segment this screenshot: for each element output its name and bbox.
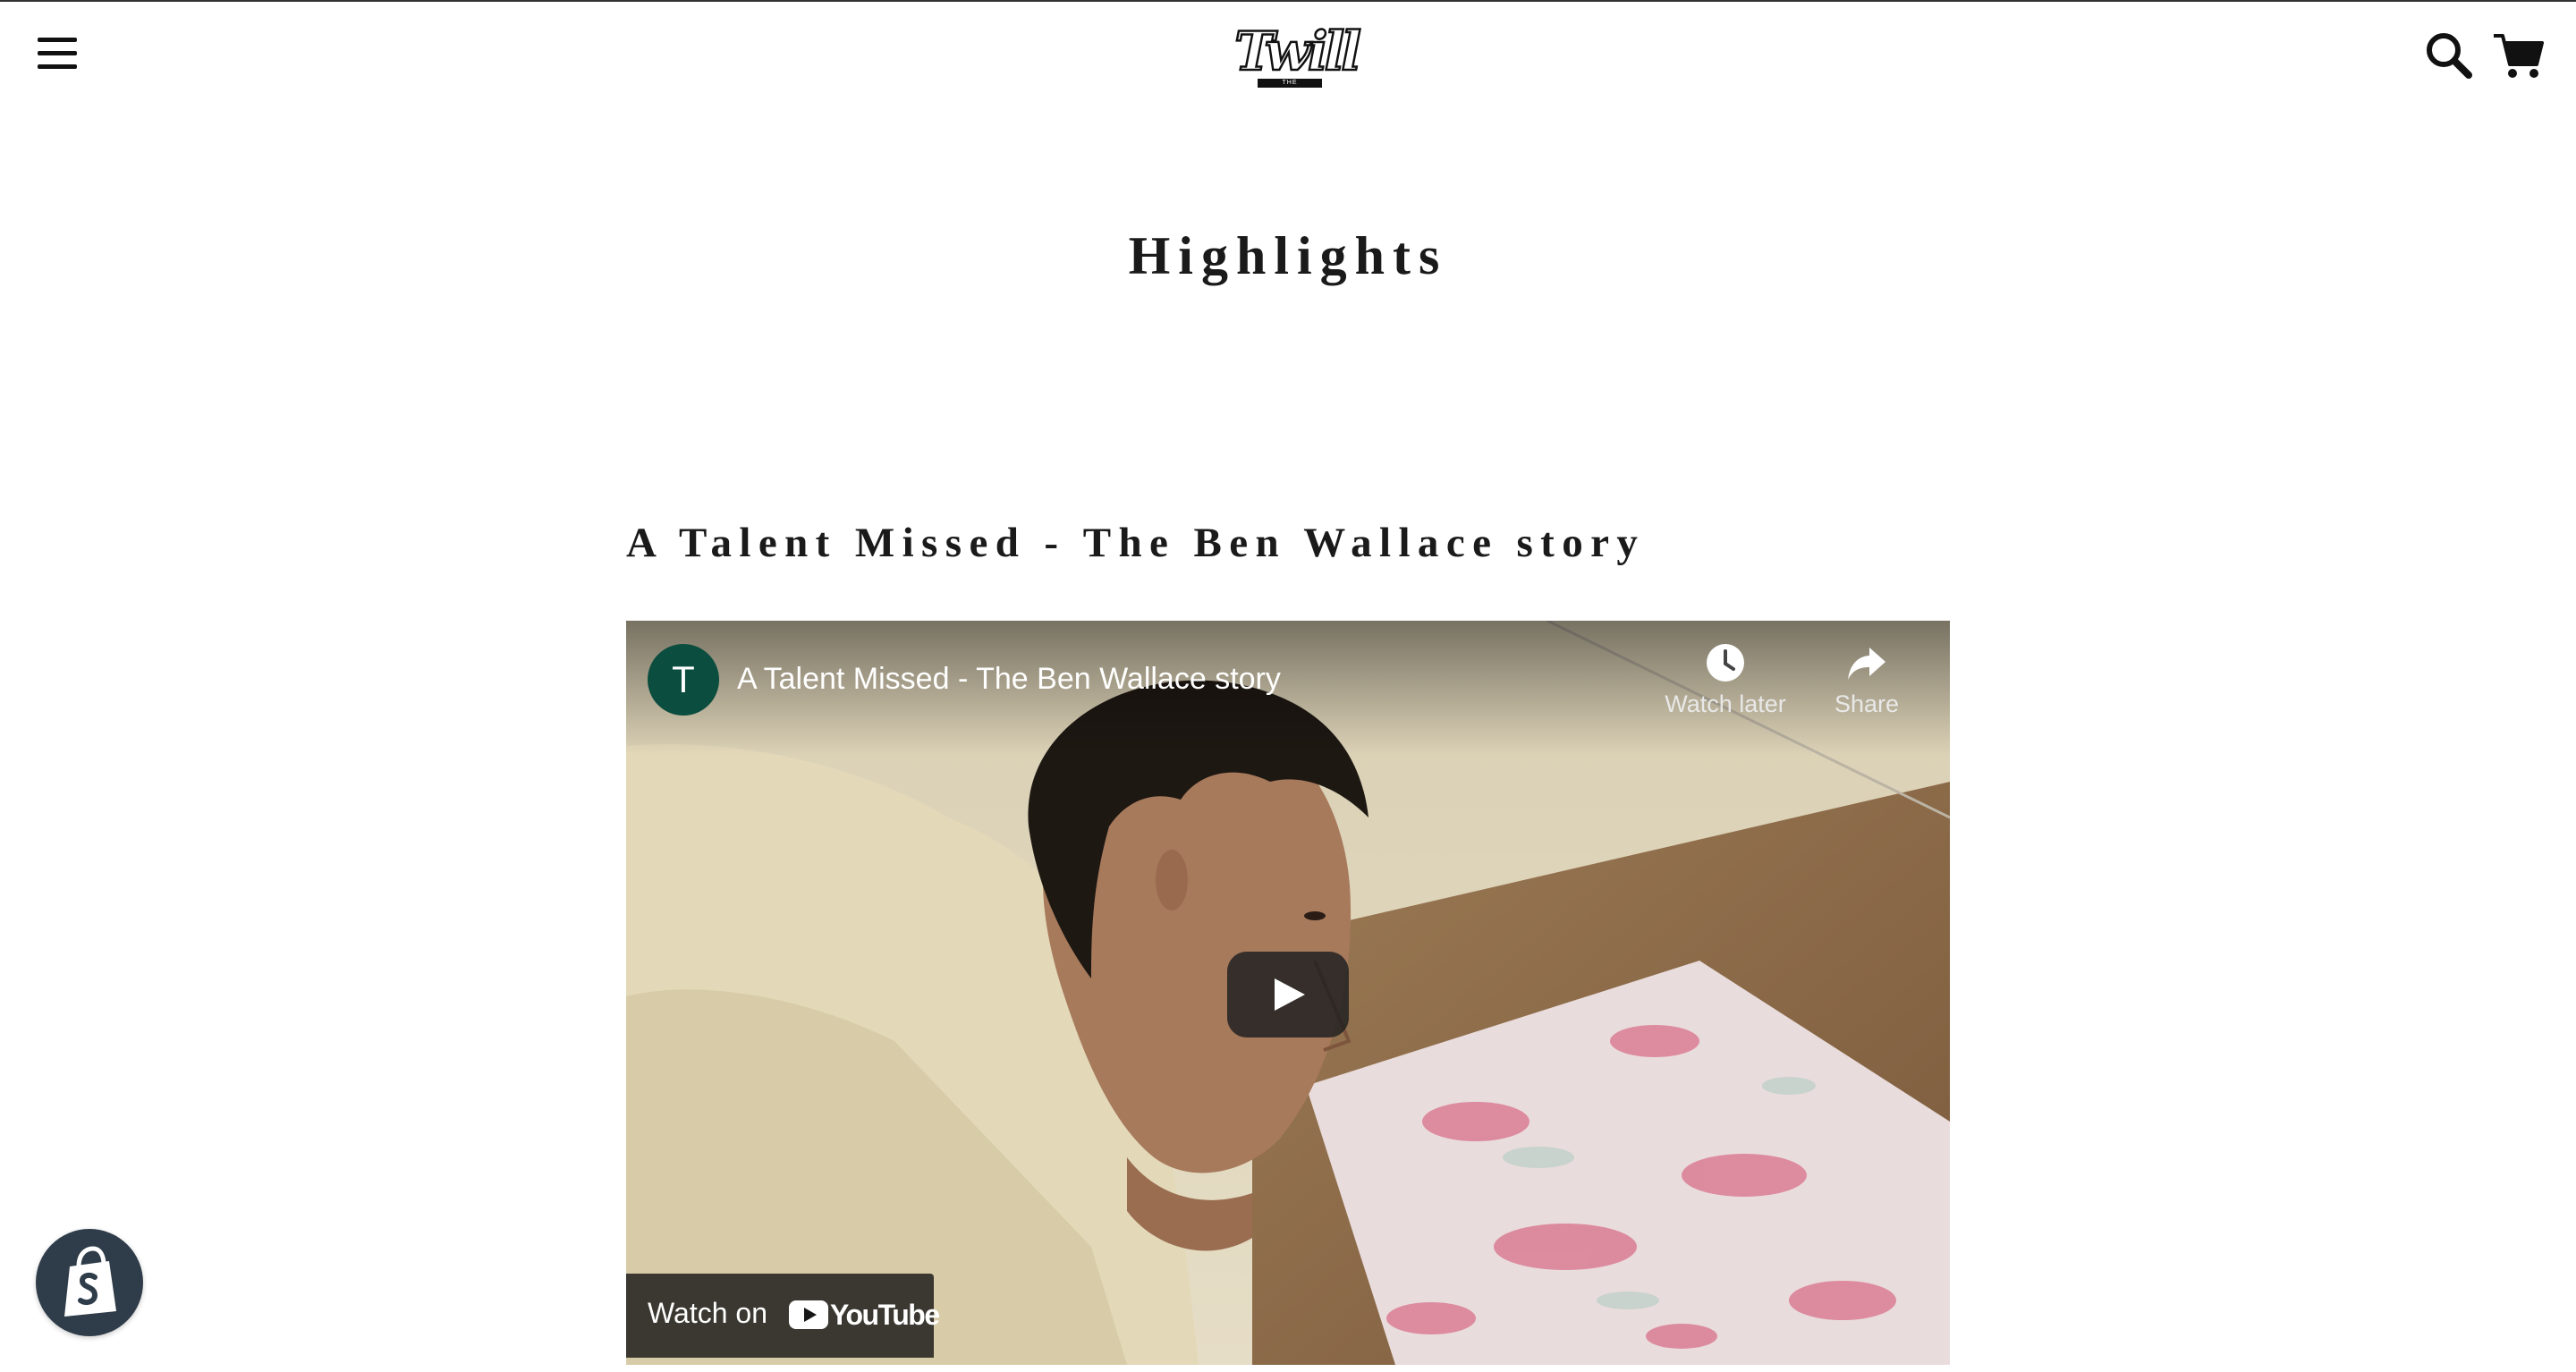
shopify-badge-button[interactable]: [36, 1229, 143, 1336]
video-heading: A Talent Missed - The Ben Wallace story: [626, 520, 1646, 566]
page-title: Highlights: [1128, 226, 1448, 285]
channel-avatar[interactable]: T: [648, 644, 719, 716]
hamburger-line: [38, 51, 77, 55]
cart-button[interactable]: [2492, 30, 2546, 80]
menu-button[interactable]: [34, 36, 80, 72]
youtube-wordmark: YouTube: [830, 1299, 940, 1331]
share-arrow-icon: [1848, 648, 1885, 680]
logo-subtext: THE MESSENGER: [1258, 79, 1322, 88]
player-video-title[interactable]: A Talent Missed - The Ben Wallace story: [737, 658, 1281, 699]
youtube-player[interactable]: T A Talent Missed - The Ben Wallace stor…: [626, 621, 1950, 1365]
site-logo[interactable]: Twill THE MESSENGER: [1233, 20, 1363, 100]
youtube-logo-icon: [789, 1300, 828, 1329]
hamburger-menu-icon: [38, 38, 77, 42]
watch-later-button[interactable]: Watch later: [1658, 642, 1792, 732]
site-header: Twill THE MESSENGER: [0, 2, 2576, 109]
watch-on-label: Watch on: [648, 1297, 767, 1329]
play-icon: [1275, 978, 1305, 1011]
hamburger-line: [38, 64, 77, 69]
search-button[interactable]: [2424, 30, 2474, 80]
logo-wordmark: Twill: [1233, 21, 1363, 83]
cart-icon: [2494, 34, 2544, 78]
share-button[interactable]: Share: [1800, 642, 1934, 732]
clock-icon: [1707, 644, 1744, 682]
watch-on-youtube-button[interactable]: Watch on YouTube: [626, 1274, 940, 1358]
search-icon: [2427, 33, 2472, 79]
share-label: Share: [1834, 690, 1900, 717]
play-button[interactable]: [1227, 952, 1349, 1037]
watch-later-label: Watch later: [1665, 690, 1786, 717]
shopify-bag-icon: [64, 1246, 116, 1317]
